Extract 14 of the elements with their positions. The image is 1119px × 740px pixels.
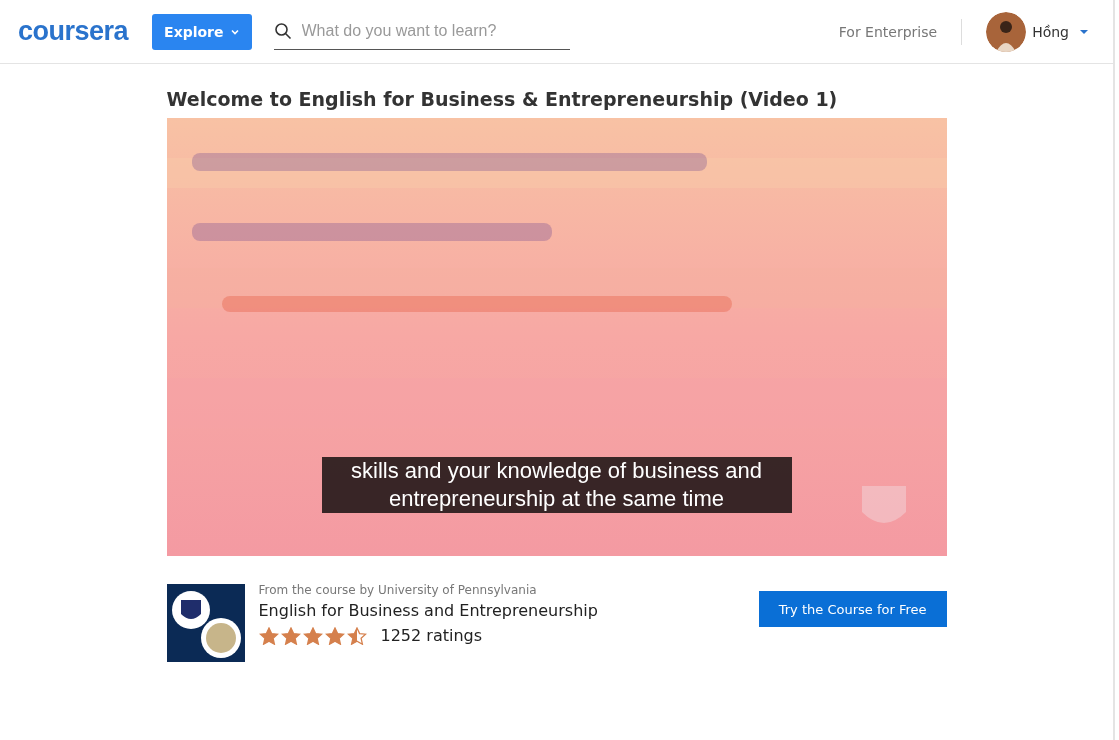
- try-course-button[interactable]: Try the Course for Free: [758, 591, 947, 627]
- caret-icon[interactable]: [1079, 28, 1089, 35]
- chevron-icon: [229, 27, 240, 36]
- video-title: Welcome to English for Business & Entrepreneurship (Video 1): [166, 88, 839, 110]
- course-provider: From the course by University of Pennsylvania: [258, 583, 538, 597]
- avatar[interactable]: [986, 11, 1027, 52]
- enterprise-link[interactable]: For Enterprise: [838, 23, 938, 40]
- explore-button[interactable]: Explore: [152, 13, 252, 50]
- ratings-count: 1252 ratings: [380, 626, 483, 645]
- video-caption: skills and your knowledge of business and entrepreneurship at the same time: [321, 457, 792, 513]
- course-name[interactable]: English for Business and Entrepreneurship: [258, 601, 598, 620]
- logo[interactable]: coursera: [18, 16, 129, 47]
- search-icon: [273, 22, 292, 40]
- user-name[interactable]: Hồng: [1032, 23, 1069, 40]
